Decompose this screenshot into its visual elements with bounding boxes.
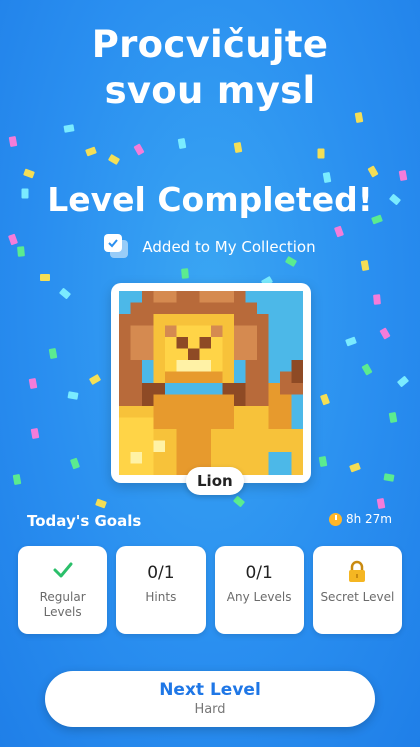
goal-card-hints[interactable]: 0/1 Hints [116,546,206,634]
goal-card-regular-levels[interactable]: Regular Levels [18,546,108,634]
check-icon [52,560,74,586]
goal-progress: 0/1 [147,563,175,583]
goals-title: Today's Goals [27,512,142,530]
goal-card-secret-level[interactable]: Secret Level [312,546,402,634]
goal-progress: 0/1 [245,563,273,583]
headline: Procvičujte svou mysl [0,22,420,114]
goals-timer: 8h 27m [328,512,392,526]
goals-timer-text: 8h 27m [345,512,392,526]
lion-pixel-art [119,291,303,475]
next-level-label: Next Level [159,680,261,700]
next-level-button[interactable]: Next Level Hard [45,671,375,727]
next-level-difficulty: Hard [194,702,226,717]
artwork-frame [111,283,311,483]
collection-text: Added to My Collection [142,238,316,256]
level-completed-title: Level Completed! [47,180,373,219]
collection-check-icon [104,234,130,260]
clock-icon [328,512,342,526]
artwork-name-label: Lion [186,467,244,495]
level-complete-screen: { "headline": {"line1": "Procvičujte", "… [0,0,420,747]
goal-label: Secret Level [320,590,395,604]
goal-card-any-levels[interactable]: 0/1 Any Levels [214,546,304,634]
goal-label: Regular Levels [39,590,86,619]
goal-label: Hints [145,590,177,604]
headline-line-2: svou mysl [104,69,316,112]
goals-list: Regular Levels 0/1 Hints 0/1 Any Levels … [18,546,402,634]
lock-icon [347,560,367,586]
headline-line-1: Procvičujte [91,23,329,66]
collection-notice: Added to My Collection [0,234,420,260]
goal-label: Any Levels [226,590,292,604]
